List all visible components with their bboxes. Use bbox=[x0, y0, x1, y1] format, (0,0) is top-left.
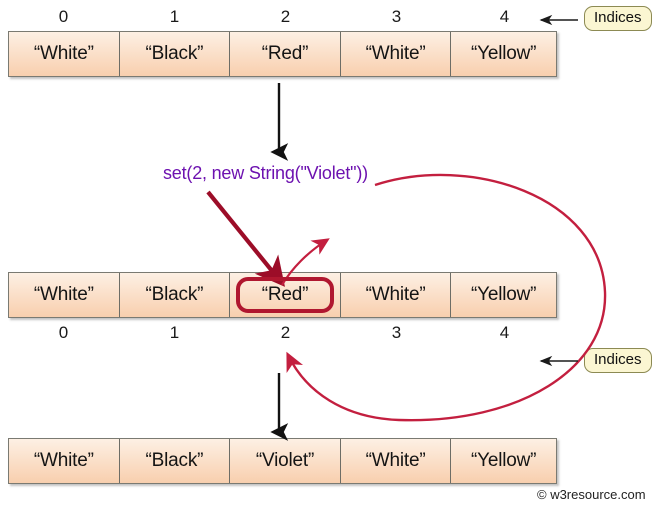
array-cell: “White” bbox=[9, 439, 120, 483]
array-cell-value: “White” bbox=[33, 43, 94, 64]
array-after: “White” “Black” “Violet” “White” “Yellow” bbox=[8, 438, 557, 484]
array-index-label: 2 bbox=[280, 7, 291, 26]
index-row-middle: 0 1 2 3 4 bbox=[8, 322, 557, 344]
array-cell: “Red” bbox=[230, 273, 341, 317]
array-cell: “Black” bbox=[119, 32, 231, 76]
array-cell-value: “White” bbox=[365, 43, 426, 64]
array-cell-value: “Red” bbox=[261, 43, 309, 64]
array-cell-value: “Black” bbox=[145, 450, 204, 471]
callout-indices-top: Indices bbox=[584, 6, 652, 31]
array-index-label: 4 bbox=[499, 7, 510, 26]
array-cell: “White” bbox=[9, 32, 120, 76]
array-during: “White” “Black” “Red” “White” “Yellow” bbox=[8, 272, 557, 318]
array-index-label: 0 bbox=[58, 7, 69, 26]
array-cell: “Violet” bbox=[230, 439, 341, 483]
array-cell-value: “Yellow” bbox=[471, 450, 537, 471]
array-cell: “White” bbox=[340, 273, 452, 317]
array-index-label: 3 bbox=[391, 7, 402, 26]
array-before: “White” “Black” “Red” “White” “Yellow” bbox=[8, 31, 557, 77]
callout-indices-bottom: Indices bbox=[584, 348, 652, 373]
array-cell-value: “Black” bbox=[145, 43, 204, 64]
array-cell: “Black” bbox=[119, 439, 231, 483]
array-cell-value: “White” bbox=[365, 450, 426, 471]
array-index-label: 4 bbox=[499, 323, 510, 342]
array-index-label: 3 bbox=[391, 323, 402, 342]
array-cell: “Yellow” bbox=[451, 439, 556, 483]
array-cell-value: “Violet” bbox=[255, 450, 315, 471]
array-cell-value: “Black” bbox=[145, 284, 204, 305]
array-cell: “White” bbox=[340, 439, 452, 483]
array-cell-value: “Yellow” bbox=[471, 284, 537, 305]
diagram-canvas: 0 1 2 3 4 “White” “Black” “Red” “White” “Yellow”… bbox=[0, 0, 672, 506]
array-cell-value: “Red” bbox=[261, 284, 309, 305]
array-index-label: 1 bbox=[169, 7, 180, 26]
array-index-label: 2 bbox=[280, 323, 291, 342]
array-cell: “Black” bbox=[119, 273, 231, 317]
arrow-operation-to-red-cell bbox=[206, 190, 285, 287]
array-index-label: 0 bbox=[58, 323, 69, 342]
array-cell-value: “White” bbox=[33, 450, 94, 471]
array-index-label: 1 bbox=[169, 323, 180, 342]
array-cell-value: “White” bbox=[33, 284, 94, 305]
array-cell: “White” bbox=[340, 32, 452, 76]
watermark-w3resource: © w3resource.com bbox=[537, 487, 646, 502]
array-cell: “Yellow” bbox=[451, 32, 556, 76]
array-cell: “Red” bbox=[230, 32, 341, 76]
array-cell-value: “Yellow” bbox=[471, 43, 537, 64]
array-cell: “White” bbox=[9, 273, 120, 317]
array-cell-value: “White” bbox=[365, 284, 426, 305]
array-cell: “Yellow” bbox=[451, 273, 556, 317]
set-operation-label: set(2, new String("Violet")) bbox=[163, 163, 368, 183]
index-row-top: 0 1 2 3 4 bbox=[8, 6, 557, 28]
